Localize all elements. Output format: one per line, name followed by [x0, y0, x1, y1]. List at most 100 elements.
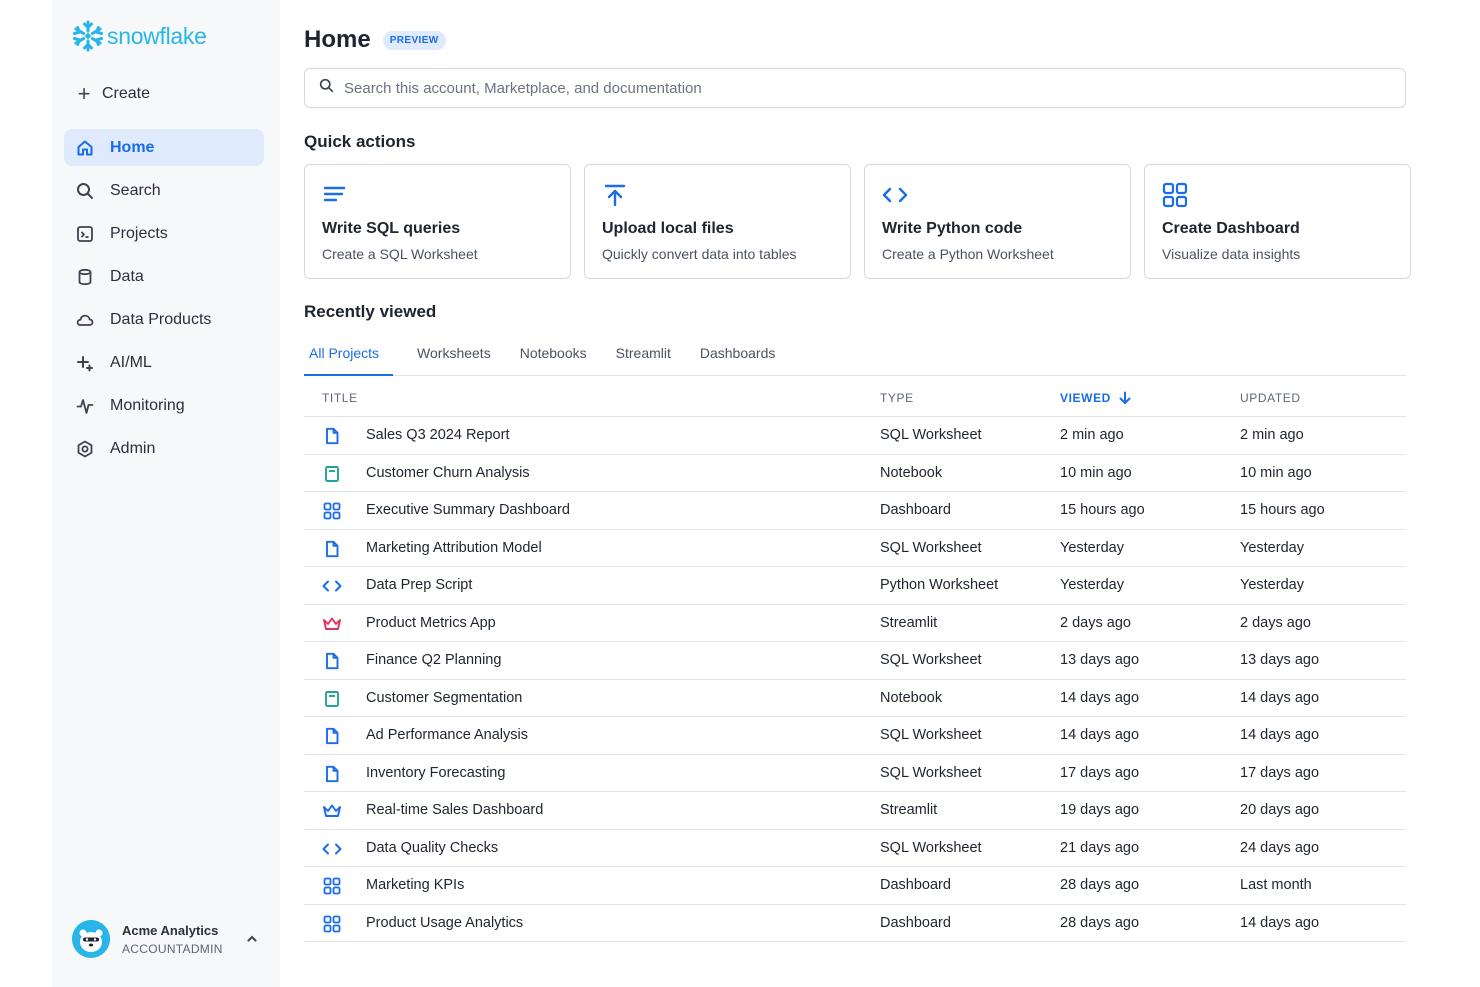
column-header-type[interactable]: TYPE	[880, 391, 914, 405]
column-header-updated[interactable]: UPDATED	[1240, 391, 1301, 405]
sidebar-item-home[interactable]: Home	[64, 129, 264, 166]
row-viewed: 2 days ago	[1060, 614, 1131, 631]
quick-action-sql[interactable]: Write SQL queries Create a SQL Worksheet	[304, 164, 571, 279]
table-row[interactable]: Sales Q3 2024 Report SQL Worksheet 2 min a…	[304, 417, 1406, 455]
row-title[interactable]: Marketing KPIs	[366, 877, 464, 893]
row-updated: 14 days ago	[1240, 727, 1320, 743]
row-viewed: 19 days ago	[1060, 802, 1140, 818]
row-type: SQL Worksheet	[880, 427, 982, 443]
tab-worksheets[interactable]: Worksheets	[412, 338, 496, 376]
quick-actions-title: Quick actions	[304, 132, 416, 151]
row-type: Python Worksheet	[880, 577, 999, 593]
table-row[interactable]: Customer Segmentation Notebook 14 days ago…	[304, 680, 1406, 717]
column-header-title[interactable]: TITLE	[322, 391, 358, 405]
quick-action-dashboard[interactable]: Create Dashboard Visualize data insights	[1144, 164, 1411, 279]
row-title[interactable]: Sales Q3 2024 Report	[366, 427, 509, 443]
table-row[interactable]: Product Metrics App Streamlit 2 days ago 2 …	[304, 605, 1406, 642]
column-header-viewed[interactable]: VIEWED	[1060, 391, 1131, 405]
sidebar-item-data[interactable]: Data	[64, 258, 264, 295]
tab-notebooks[interactable]: Notebooks	[515, 338, 592, 376]
row-updated: Last month	[1240, 877, 1312, 893]
table-row[interactable]: Marketing Attribution Model SQL Worksheet…	[304, 530, 1406, 567]
row-viewed: 17 days ago	[1060, 764, 1140, 781]
code-icon	[882, 182, 908, 208]
quick-action-upload[interactable]: Upload local files Quickly convert data …	[584, 164, 851, 279]
row-title[interactable]: Marketing Attribution Model	[366, 540, 542, 556]
table-row[interactable]: Inventory Forecasting SQL Worksheet 17 day…	[304, 755, 1406, 792]
crown-blue-icon	[322, 801, 342, 821]
tab-streamlit[interactable]: Streamlit	[611, 338, 676, 376]
quick-action-title: Write SQL queries	[322, 220, 461, 237]
search-icon	[76, 182, 94, 200]
row-viewed: Yesterday	[1060, 577, 1124, 593]
row-viewed: 14 days ago	[1060, 689, 1140, 706]
sidebar-item-label: Projects	[110, 224, 168, 242]
row-type: SQL Worksheet	[880, 652, 982, 668]
code-icon	[322, 576, 342, 596]
row-title[interactable]: Data Quality Checks	[366, 840, 498, 856]
create-button[interactable]: + Create	[76, 83, 151, 105]
sidebar-item-admin[interactable]: Admin	[64, 430, 264, 467]
row-title[interactable]: Customer Segmentation	[366, 690, 522, 706]
row-title[interactable]: Ad Performance Analysis	[366, 727, 528, 743]
table-row[interactable]: Executive Summary Dashboard Dashboard 15 h…	[304, 492, 1406, 530]
page-title: Home	[304, 26, 371, 53]
row-updated: 2 days ago	[1240, 614, 1311, 631]
tab-all-projects[interactable]: All Projects	[304, 338, 394, 376]
row-updated: 17 days ago	[1240, 764, 1320, 781]
row-title[interactable]: Executive Summary Dashboard	[366, 502, 570, 518]
quick-actions: Write SQL queries Create a SQL Worksheet…	[304, 164, 1411, 279]
row-title[interactable]: Product Metrics App	[366, 615, 496, 631]
table-row[interactable]: Data Prep Script Python Worksheet Yesterda…	[304, 567, 1406, 605]
row-type: SQL Worksheet	[880, 727, 982, 743]
file-icon	[322, 426, 342, 446]
recent-tabs: All Projects Worksheets Notebooks Stream…	[304, 338, 1406, 376]
snowflake-logo[interactable]: snowflake	[72, 20, 207, 52]
quick-action-subtitle: Create a Python Worksheet	[882, 246, 1054, 262]
sidebar-item-monitoring[interactable]: Monitoring	[64, 387, 264, 424]
row-title[interactable]: Customer Churn Analysis	[366, 465, 530, 481]
table-body: Sales Q3 2024 Report SQL Worksheet 2 min a…	[304, 417, 1406, 942]
table-row[interactable]: Real-time Sales Dashboard Streamlit 19 day…	[304, 792, 1406, 830]
sidebar-item-projects[interactable]: Projects	[64, 215, 264, 252]
table-row[interactable]: Customer Churn Analysis Notebook 10 min ag…	[304, 455, 1406, 492]
row-title[interactable]: Real-time Sales Dashboard	[366, 802, 543, 818]
quick-action-python[interactable]: Write Python code Create a Python Worksh…	[864, 164, 1131, 279]
avatar	[72, 920, 110, 958]
sidebar-item-label: AI/ML	[110, 353, 152, 371]
row-updated: 2 min ago	[1240, 427, 1304, 443]
arrow-down-icon	[1119, 391, 1131, 404]
dashboard-icon	[322, 876, 342, 896]
row-type: Dashboard	[880, 502, 951, 518]
notebook-icon	[322, 464, 342, 484]
activity-icon	[76, 397, 94, 415]
row-title[interactable]: Data Prep Script	[366, 577, 472, 593]
row-viewed: 13 days ago	[1060, 652, 1140, 668]
dashboard-icon	[322, 914, 342, 934]
row-title[interactable]: Inventory Forecasting	[366, 765, 505, 781]
upload-icon	[602, 182, 628, 208]
table-row[interactable]: Product Usage Analytics Dashboard 28 days …	[304, 905, 1406, 942]
sidebar-item-data-products[interactable]: Data Products	[64, 301, 264, 338]
sidebar-item-aiml[interactable]: AI/ML	[64, 344, 264, 381]
sidebar-item-label: Search	[110, 181, 161, 199]
table-row[interactable]: Marketing KPIs Dashboard 28 days ago Last m…	[304, 867, 1406, 905]
sidebar-nav: Home Search Projects Data Data Products	[64, 129, 264, 473]
account-menu[interactable]: Acme Analytics ACCOUNTADMIN	[72, 920, 262, 958]
sidebar-item-label: Data Products	[110, 310, 212, 328]
search-input[interactable]	[344, 79, 1344, 97]
tab-dashboards[interactable]: Dashboards	[695, 338, 781, 376]
table-row[interactable]: Finance Q2 Planning SQL Worksheet 13 days …	[304, 642, 1406, 680]
row-type: Streamlit	[880, 802, 938, 818]
home-icon	[76, 139, 94, 157]
row-viewed: 21 days ago	[1060, 839, 1140, 856]
sidebar-item-search[interactable]: Search	[64, 172, 264, 209]
search-bar[interactable]	[304, 68, 1406, 108]
create-label: Create	[102, 85, 151, 102]
row-title[interactable]: Product Usage Analytics	[366, 915, 523, 931]
table-row[interactable]: Ad Performance Analysis SQL Worksheet 14 d…	[304, 717, 1406, 755]
row-viewed: 28 days ago	[1060, 877, 1140, 893]
row-updated: 10 min ago	[1240, 464, 1312, 481]
table-row[interactable]: Data Quality Checks SQL Worksheet 21 days …	[304, 830, 1406, 867]
row-title[interactable]: Finance Q2 Planning	[366, 652, 501, 668]
